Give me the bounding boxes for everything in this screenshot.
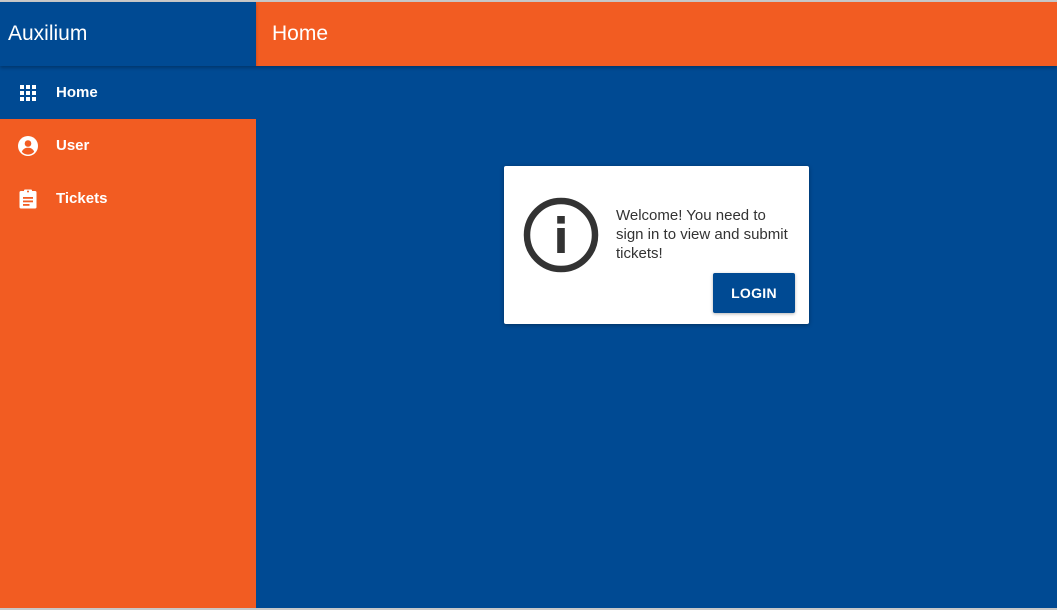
sidebar-item-tickets[interactable]: Tickets (0, 172, 256, 225)
clipboard-icon (18, 189, 38, 209)
app-title: Auxilium (8, 22, 88, 45)
sidebar-item-label: Tickets (56, 190, 108, 207)
sidebar-nav: Home User Tickets (0, 66, 256, 225)
sidebar-item-label: User (56, 137, 90, 154)
top-bar: Home (256, 2, 1057, 66)
sidebar-item-label: Home (56, 84, 98, 101)
info-icon (522, 196, 600, 274)
welcome-message: Welcome! You need to sign in to view and… (616, 207, 788, 262)
app-window: Auxilium Home User Tickets Home Welcome!… (0, 0, 1057, 610)
sidebar-item-user[interactable]: User (0, 119, 256, 172)
sidebar: Auxilium Home User Tickets (0, 2, 256, 608)
main-content: Welcome! You need to sign in to view and… (256, 66, 1057, 608)
page-title: Home (272, 22, 329, 45)
account-circle-icon (18, 135, 38, 156)
apps-grid-icon (18, 83, 38, 103)
sidebar-item-home[interactable]: Home (0, 66, 256, 119)
login-button[interactable]: LOGIN (713, 273, 795, 313)
app-title-bar: Auxilium (0, 2, 256, 66)
welcome-card: Welcome! You need to sign in to view and… (504, 166, 809, 324)
